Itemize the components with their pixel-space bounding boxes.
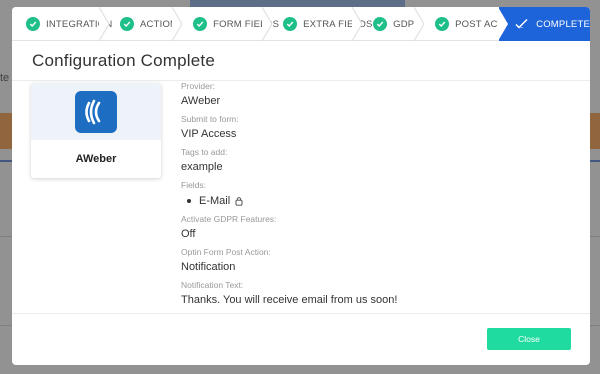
- gdpr-label: Activate GDPR Features:: [181, 214, 277, 224]
- step-form-fields[interactable]: FORM FIELDS: [179, 7, 279, 41]
- notification-text-value: Thanks. You will receive email from us s…: [181, 294, 398, 306]
- wizard-steps: INTEGRATION ACTION FORM FIELDS EXTRA FIE…: [12, 7, 590, 41]
- step-active-notch-icon: [498, 7, 509, 41]
- tags-label: Tags to add:: [181, 147, 228, 157]
- step-gdpr[interactable]: GDPR: [359, 7, 425, 41]
- bullet-icon: [187, 199, 191, 203]
- provider-name: AWeber: [75, 153, 117, 165]
- list-item: E-Mail: [181, 194, 571, 208]
- step-label: COMPLETE: [536, 18, 590, 30]
- provider-card: AWeber: [31, 83, 161, 178]
- submit-form-label: Submit to form:: [181, 114, 239, 124]
- check-circle-icon: [283, 17, 298, 31]
- check-circle-icon: [120, 17, 134, 31]
- lock-icon: [235, 196, 243, 206]
- gdpr-value: Off: [181, 228, 196, 240]
- check-circle-icon: [26, 17, 40, 31]
- submit-form-value: VIP Access: [181, 128, 237, 140]
- step-separator-icon: [414, 7, 425, 41]
- step-extra-fields[interactable]: EXTRA FIELDS: [269, 7, 372, 41]
- post-action-label: Optin Form Post Action:: [181, 247, 271, 257]
- tags-value: example: [181, 161, 223, 173]
- step-integration[interactable]: INTEGRATION: [12, 7, 112, 41]
- configuration-modal: INTEGRATION ACTION FORM FIELDS EXTRA FIE…: [12, 7, 590, 365]
- check-circle-icon: [193, 17, 208, 31]
- field-name: E-Mail: [199, 195, 231, 207]
- close-button[interactable]: Close: [487, 328, 571, 350]
- footer-divider: [12, 313, 590, 314]
- provider-value: AWeber: [181, 95, 221, 107]
- aweber-logo-icon: [75, 90, 117, 133]
- configuration-details: Provider: AWeber Submit to form: VIP Acc…: [181, 81, 571, 307]
- check-circle-icon: [373, 17, 388, 31]
- step-separator-icon: [172, 7, 183, 41]
- fields-list: E-Mail: [181, 194, 571, 208]
- step-separator-icon: [262, 7, 273, 41]
- double-check-icon: [515, 17, 529, 31]
- post-action-value: Notification: [181, 261, 236, 273]
- step-complete[interactable]: COMPLETE: [498, 7, 590, 41]
- provider-label: Provider:: [181, 81, 216, 91]
- step-action[interactable]: ACTION: [106, 7, 183, 41]
- notification-text-label: Notification Text:: [181, 280, 244, 290]
- step-separator-icon: [352, 7, 363, 41]
- modal-title: Configuration Complete: [32, 51, 215, 70]
- check-circle-icon: [435, 17, 450, 31]
- provider-logo-area: [31, 83, 161, 140]
- step-separator-icon: [99, 7, 110, 41]
- step-post-action[interactable]: POST ACTION: [421, 7, 521, 41]
- fields-label: Fields:: [181, 180, 207, 190]
